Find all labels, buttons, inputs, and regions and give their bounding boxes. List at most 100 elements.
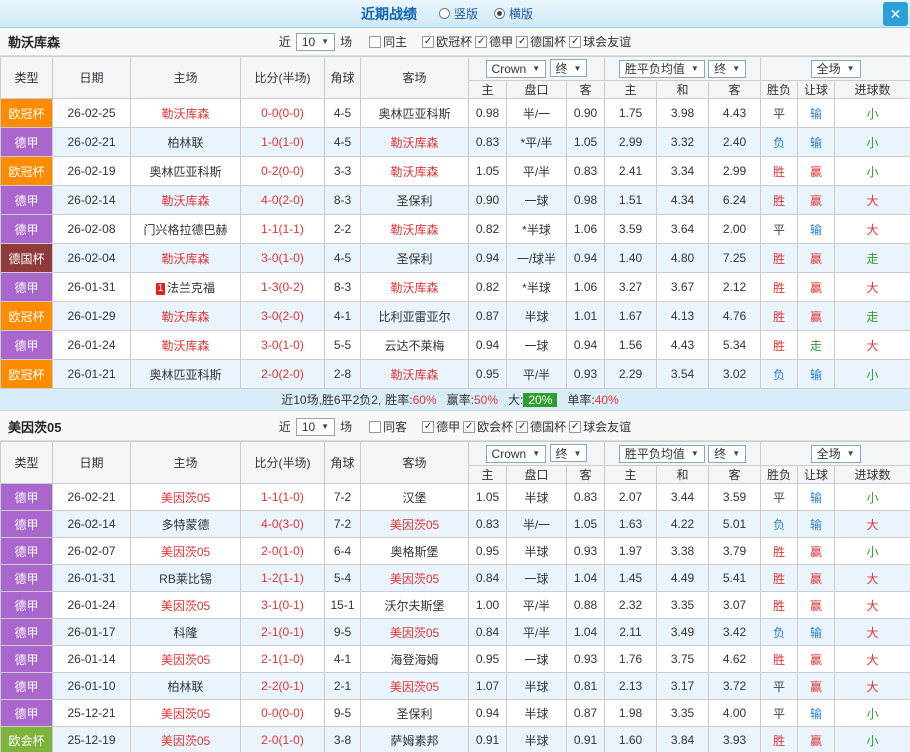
league-filter-checkbox[interactable]: 德国杯	[516, 33, 566, 50]
col-type: 类型	[1, 442, 53, 484]
summary-bar: 近10场,胜6平2负2, 胜率:60%赢率:50%大:20%单率:40%	[0, 389, 910, 411]
odds-handicap: 平/半	[507, 619, 567, 646]
match-row: 德甲26-01-14美因茨052-1(1-0)4-1海登海姆0.95一球0.93…	[1, 646, 910, 673]
col-avg-away: 客	[709, 81, 761, 99]
odds-home: 0.83	[469, 128, 507, 157]
close-button[interactable]: ✕	[883, 2, 908, 26]
col-home: 主场	[131, 442, 241, 484]
odds-home: 1.00	[469, 592, 507, 619]
corner-score: 4-5	[325, 244, 361, 273]
odds-away: 0.88	[567, 592, 605, 619]
result-handicap: 输	[798, 484, 835, 511]
result-wdl: 胜	[761, 592, 798, 619]
match-row: 德甲26-01-24勒沃库森3-0(1-0)5-5云达不莱梅0.94一球0.94…	[1, 331, 910, 360]
odds-away: 1.06	[567, 273, 605, 302]
col-avg-draw: 和	[657, 466, 709, 484]
odds-away: 0.94	[567, 244, 605, 273]
same-venue-checkbox[interactable]: 同主	[369, 33, 407, 50]
layout-option-vertical[interactable]: 竖版	[439, 5, 478, 22]
result-handicap: 赢	[798, 273, 835, 302]
result-handicap: 输	[798, 99, 835, 128]
chevron-down-icon: ▼	[574, 449, 582, 458]
match-date: 26-02-19	[53, 157, 131, 186]
fulltime-select[interactable]: 全场 ▼	[811, 445, 861, 463]
corner-score: 6-4	[325, 538, 361, 565]
away-team: 汉堡	[361, 484, 469, 511]
odds-final-select[interactable]: 终 ▼	[550, 444, 588, 462]
home-team-name: 美因茨05	[161, 599, 210, 613]
checkbox-icon	[422, 36, 434, 48]
avg-draw: 3.98	[657, 99, 709, 128]
odds-final-select[interactable]: 终 ▼	[550, 59, 588, 77]
avg-group-header: 胜平负均值 ▼ 终 ▼	[605, 442, 761, 466]
league-filter-checkbox[interactable]: 球会友谊	[569, 33, 631, 50]
avg-away: 2.40	[709, 128, 761, 157]
away-team: 美因茨05	[361, 673, 469, 700]
avg-home: 3.27	[605, 273, 657, 302]
corner-score: 8-3	[325, 186, 361, 215]
same-venue-checkbox[interactable]: 同客	[369, 418, 407, 435]
match-count-select[interactable]: 10 ▼	[296, 33, 335, 51]
avg-final-select[interactable]: 终 ▼	[708, 60, 746, 78]
panel-title: 近期战绩	[361, 4, 417, 24]
home-team-name: 美因茨05	[161, 491, 210, 505]
league-filter-checkbox[interactable]: 欧冠杯	[422, 33, 472, 50]
result-handicap: 赢	[798, 565, 835, 592]
odds-away: 0.81	[567, 673, 605, 700]
home-team: 美因茨05	[131, 484, 241, 511]
fulltime-select[interactable]: 全场 ▼	[811, 60, 861, 78]
league-filter-checkbox[interactable]: 德甲	[422, 418, 460, 435]
league-badge: 欧冠杯	[1, 157, 53, 186]
home-team-name: RB莱比锡	[159, 572, 212, 586]
match-score: 2-0(1-0)	[241, 538, 325, 565]
away-team-name: 勒沃库森	[390, 281, 438, 295]
away-team: 云达不莱梅	[361, 331, 469, 360]
match-count-select[interactable]: 10 ▼	[296, 418, 335, 436]
league-filter-checkbox[interactable]: 德国杯	[516, 418, 566, 435]
avg-select[interactable]: 胜平负均值 ▼	[619, 445, 705, 463]
avg-select[interactable]: 胜平负均值 ▼	[619, 60, 705, 78]
league-filter-label: 欧冠杯	[436, 33, 472, 50]
odds-handicap: *半球	[507, 215, 567, 244]
col-corner: 角球	[325, 442, 361, 484]
home-team: 1法兰克福	[131, 273, 241, 302]
result-wdl: 胜	[761, 727, 798, 752]
match-date: 26-01-14	[53, 646, 131, 673]
home-team-name: 奥林匹亚科斯	[149, 165, 221, 179]
radio-selected-icon	[494, 8, 505, 19]
match-score: 2-0(1-0)	[241, 727, 325, 752]
result-wdl: 胜	[761, 331, 798, 360]
odds-company-select[interactable]: Crown ▼	[486, 445, 547, 463]
odds-away: 1.01	[567, 302, 605, 331]
league-filter-checkbox[interactable]: 德甲	[475, 33, 513, 50]
odds-away: 0.90	[567, 99, 605, 128]
col-corner: 角球	[325, 57, 361, 99]
league-badge: 德甲	[1, 186, 53, 215]
away-team: 比利亚雷亚尔	[361, 302, 469, 331]
chevron-down-icon: ▼	[732, 64, 740, 73]
home-team: 柏林联	[131, 128, 241, 157]
avg-home: 2.41	[605, 157, 657, 186]
avg-final-select[interactable]: 终 ▼	[708, 445, 746, 463]
league-filter-label: 德国杯	[530, 418, 566, 435]
odds-company-select[interactable]: Crown ▼	[486, 60, 547, 78]
result-wdl: 胜	[761, 186, 798, 215]
avg-away: 3.42	[709, 619, 761, 646]
same-venue-label: 同客	[383, 418, 407, 435]
result-wdl: 负	[761, 619, 798, 646]
league-filter-checkbox[interactable]: 欧会杯	[463, 418, 513, 435]
league-filter-checkbox[interactable]: 球会友谊	[569, 418, 631, 435]
league-badge: 德甲	[1, 538, 53, 565]
odds-home: 1.07	[469, 673, 507, 700]
avg-away: 5.01	[709, 511, 761, 538]
layout-option-horizontal[interactable]: 横版	[494, 5, 533, 22]
match-date: 26-01-31	[53, 565, 131, 592]
corner-score: 9-5	[325, 700, 361, 727]
avg-final-value: 终	[714, 60, 726, 77]
checkbox-icon	[569, 421, 581, 433]
match-score: 2-2(0-1)	[241, 673, 325, 700]
odds-home: 0.82	[469, 215, 507, 244]
away-team-name: 云达不莱梅	[384, 339, 444, 353]
away-team: 海登海姆	[361, 646, 469, 673]
league-filters: 德甲欧会杯德国杯球会友谊	[422, 418, 631, 435]
